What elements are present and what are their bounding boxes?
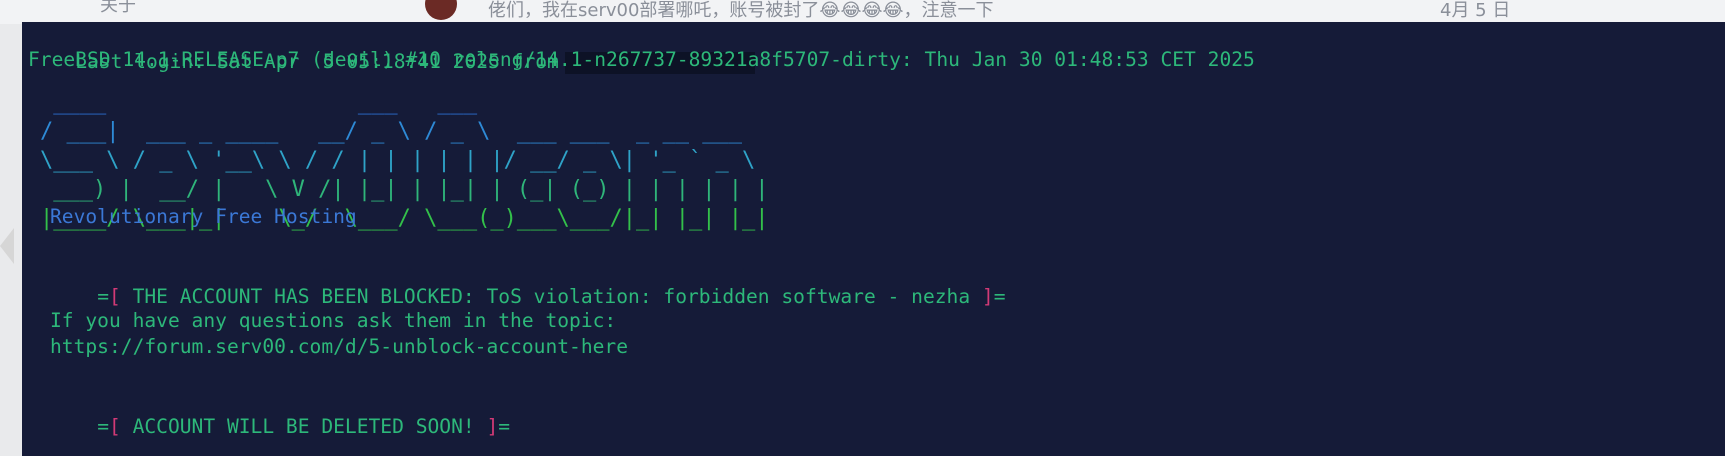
- deleted-prefix: =: [97, 415, 109, 438]
- deleted-notice: =[ ACCOUNT WILL BE DELETED SOON! ]=: [50, 385, 510, 438]
- banner-line-3: \___ \ / _ \ '__\ \ / / | | | | | |/ __/…: [40, 148, 756, 173]
- deleted-text: ACCOUNT WILL BE DELETED SOON!: [120, 415, 487, 438]
- blocked-close-bracket: ]: [981, 285, 994, 308]
- deleted-open-bracket: [: [108, 415, 121, 438]
- hosting-tagline: Revolutionary Free Hosting: [50, 205, 357, 228]
- kernel-line: FreeBSD 14.1-RELEASE-p7 (devil) #10 rele…: [28, 48, 1255, 71]
- terminal-window[interactable]: Last login: Sat Apr 5 05:18:41 2025 from…: [22, 22, 1725, 456]
- collapse-arrow-icon[interactable]: [0, 228, 14, 264]
- blocked-notice: =[ THE ACCOUNT HAS BEEN BLOCKED: ToS vio…: [50, 255, 1005, 308]
- deleted-suffix: =: [498, 415, 511, 438]
- avatar: [425, 0, 457, 20]
- login-line: Last login: Sat Apr 5 05:18:41 2025 from: [28, 22, 755, 74]
- blocked-suffix: =: [993, 285, 1006, 308]
- background-left-text: 关于: [100, 0, 136, 16]
- questions-line: If you have any questions ask them in th…: [50, 309, 617, 332]
- blocked-open-bracket: [: [108, 285, 121, 308]
- topic-url[interactable]: https://forum.serv00.com/d/5-unblock-acc…: [50, 333, 628, 361]
- banner-line-2: / ___| ___ _ ____ __/ _ \ / _ \ ___ ___ …: [40, 119, 742, 144]
- background-chat-strip: 关于 佬们，我在serv00部署哪吒，账号被封了😂😂😂😂，注意一下 4月 5 日: [0, 0, 1725, 24]
- banner-line-1: ____ ___ ___: [40, 90, 478, 115]
- banner-line-4: ___) | __/ | \ V /| |_| | |_| | (_| (_) …: [40, 177, 769, 202]
- chat-message-preview[interactable]: 佬们，我在serv00部署哪吒，账号被封了😂😂😂😂，注意一下: [488, 0, 994, 22]
- blocked-prefix: =: [97, 285, 109, 308]
- chat-message-date: 4月 5 日: [1440, 0, 1511, 21]
- blocked-text: THE ACCOUNT HAS BEEN BLOCKED: ToS violat…: [120, 285, 982, 308]
- deleted-close-bracket: ]: [486, 415, 499, 438]
